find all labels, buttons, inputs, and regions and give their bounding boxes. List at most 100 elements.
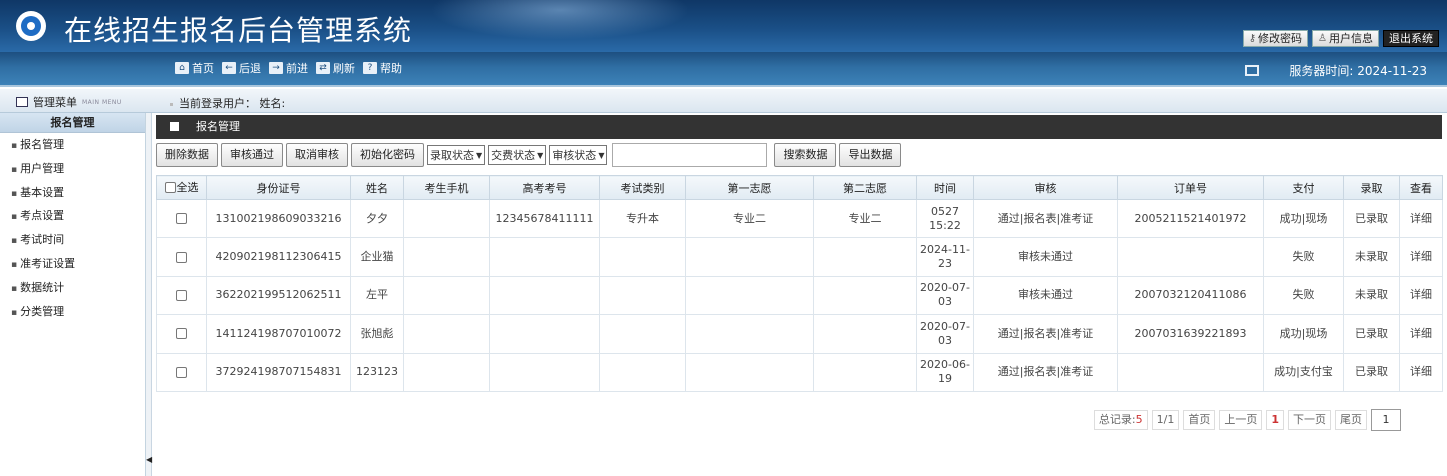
view-detail-link[interactable]: 详细 <box>1399 198 1443 239</box>
cell-review: 通过|报名表|准考证 <box>973 198 1118 239</box>
select-all-checkbox[interactable] <box>164 181 176 193</box>
nav-back-label: 后退 <box>239 62 261 75</box>
col-category: 考试类别 <box>599 175 686 200</box>
delete-button[interactable]: 删除数据 <box>156 143 218 167</box>
view-detail-link[interactable]: 详细 <box>1399 275 1443 316</box>
cell-review: 审核未通过 <box>973 237 1118 277</box>
cell-time: 2020-07-03 <box>916 275 974 316</box>
table-row: 420902198112306415 企业猫 2024-11-23 审核未通过 失败 未录… <box>156 237 1443 277</box>
cell-second-choice <box>813 275 917 316</box>
select-all-header[interactable]: 全选 <box>156 175 207 200</box>
col-time: 时间 <box>916 175 974 200</box>
change-password-label: 修改密码 <box>1258 32 1303 45</box>
chevron-down-icon: ▼ <box>537 150 544 160</box>
server-time: 服务器时间: 2024-11-23 <box>1245 62 1427 79</box>
menu-title-text: 管理菜单 <box>33 96 77 109</box>
sidebar-item-basic-settings[interactable]: 基本设置 <box>0 181 145 205</box>
search-input[interactable] <box>612 143 768 167</box>
next-page-button[interactable]: 下一页 <box>1288 410 1331 430</box>
row-checkbox[interactable] <box>176 251 187 263</box>
cell-order <box>1117 352 1264 392</box>
nav-help-label: 帮助 <box>380 62 402 75</box>
login-user: 当前登录用户： 姓名: <box>170 95 285 111</box>
row-checkbox[interactable] <box>176 289 187 301</box>
sidebar-item-registration[interactable]: 报名管理 <box>0 133 145 157</box>
row-select-cell[interactable] <box>156 237 207 277</box>
row-checkbox[interactable] <box>176 366 187 378</box>
cell-admit: 未录取 <box>1343 237 1400 277</box>
cell-review: 通过|报名表|准考证 <box>973 314 1118 354</box>
view-detail-link[interactable]: 详细 <box>1399 237 1443 277</box>
change-password-button[interactable]: ⚷ 修改密码 <box>1242 30 1309 47</box>
panel-title-text: 报名管理 <box>196 120 240 133</box>
review-status-select[interactable]: 审核状态 ▼ <box>549 145 608 165</box>
row-select-cell[interactable] <box>156 275 207 316</box>
nav-home[interactable]: ⌂ 首页 <box>175 60 214 76</box>
nav-bar: ⌂ 首页 ← 后退 → 前进 ⇄ 刷新 ? 帮助 服务器时间: 2024-11-23 <box>0 52 1447 87</box>
sidebar-header[interactable]: 报名管理 <box>0 113 145 133</box>
cell-category <box>599 352 686 392</box>
last-page-button[interactable]: 尾页 <box>1335 410 1367 430</box>
cell-name: 企业猫 <box>350 237 404 277</box>
app-header: 在线招生报名后台管理系统 ⚷ 修改密码 ♙ 用户信息 退出系统 <box>0 0 1447 52</box>
nav-refresh[interactable]: ⇄ 刷新 <box>316 60 355 76</box>
cell-pay: 成功|现场 <box>1263 314 1344 354</box>
first-page-button[interactable]: 首页 <box>1183 410 1216 430</box>
cell-id: 372924198707154831 <box>206 352 351 392</box>
sidebar-item-statistics[interactable]: 数据统计 <box>0 276 145 300</box>
total-records: 总记录:5 <box>1093 410 1148 430</box>
cell-exam-no: 12345678411111 <box>489 198 600 239</box>
page-count: 1/1 <box>1151 410 1180 430</box>
nav-forward[interactable]: → 前进 <box>269 60 308 76</box>
header-links: ⚷ 修改密码 ♙ 用户信息 退出系统 <box>1242 30 1439 47</box>
row-select-cell[interactable] <box>156 198 207 239</box>
sidebar-item-users[interactable]: 用户管理 <box>0 157 145 181</box>
cell-first-choice <box>685 237 814 277</box>
approve-button[interactable]: 审核通过 <box>221 143 283 167</box>
cell-pay: 成功|现场 <box>1263 198 1344 239</box>
cell-time: 2020-06-19 <box>916 352 974 392</box>
pay-status-select[interactable]: 交费状态 ▼ <box>488 145 547 165</box>
cell-exam-no <box>489 314 600 354</box>
page-jump-input[interactable]: 1 <box>1371 409 1401 431</box>
header-glow <box>430 0 690 40</box>
export-button[interactable]: 导出数据 <box>839 143 902 167</box>
forward-icon: → <box>269 62 283 74</box>
cell-name: 左平 <box>350 275 404 316</box>
cell-id: 141124198707010072 <box>206 314 351 354</box>
view-detail-link[interactable]: 详细 <box>1399 352 1443 392</box>
search-button[interactable]: 搜索数据 <box>774 143 837 167</box>
row-select-cell[interactable] <box>156 352 207 392</box>
select-all-label: 全选 <box>176 181 199 195</box>
view-detail-link[interactable]: 详细 <box>1399 314 1443 354</box>
nav-help[interactable]: ? 帮助 <box>363 60 402 76</box>
monitor-icon <box>1245 65 1260 76</box>
reset-password-button[interactable]: 初始化密码 <box>351 143 424 167</box>
col-id: 身份证号 <box>206 175 351 200</box>
chevron-down-icon: ▼ <box>598 150 605 160</box>
total-label: 总记录: <box>1098 413 1136 426</box>
cell-first-choice: 专业二 <box>685 198 814 239</box>
cell-second-choice <box>813 352 917 392</box>
sidebar-item-exam-time[interactable]: 考试时间 <box>0 228 145 252</box>
user-icon: ♙ <box>1318 33 1327 44</box>
sidebar-item-categories[interactable]: 分类管理 <box>0 300 145 324</box>
prev-page-button[interactable]: 上一页 <box>1219 410 1263 430</box>
cancel-approve-button[interactable]: 取消审核 <box>286 143 348 167</box>
row-checkbox[interactable] <box>176 328 187 340</box>
cell-admit: 已录取 <box>1343 352 1400 392</box>
col-phone: 考生手机 <box>403 175 490 200</box>
col-view: 查看 <box>1399 175 1443 200</box>
nav-back[interactable]: ← 后退 <box>222 60 261 76</box>
col-order: 订单号 <box>1117 175 1264 200</box>
panel-title: 报名管理 <box>156 115 1442 139</box>
sidebar-item-exam-sites[interactable]: 考点设置 <box>0 204 145 228</box>
row-select-cell[interactable] <box>156 314 207 354</box>
logout-label: 退出系统 <box>1389 32 1433 45</box>
sidebar-item-admission-ticket[interactable]: 准考证设置 <box>0 252 145 276</box>
row-checkbox[interactable] <box>176 213 187 225</box>
user-info-button[interactable]: ♙ 用户信息 <box>1312 30 1379 47</box>
chevron-down-icon: ▼ <box>476 150 483 160</box>
logout-button[interactable]: 退出系统 <box>1383 30 1439 47</box>
admit-status-select[interactable]: 录取状态 ▼ <box>427 145 486 165</box>
